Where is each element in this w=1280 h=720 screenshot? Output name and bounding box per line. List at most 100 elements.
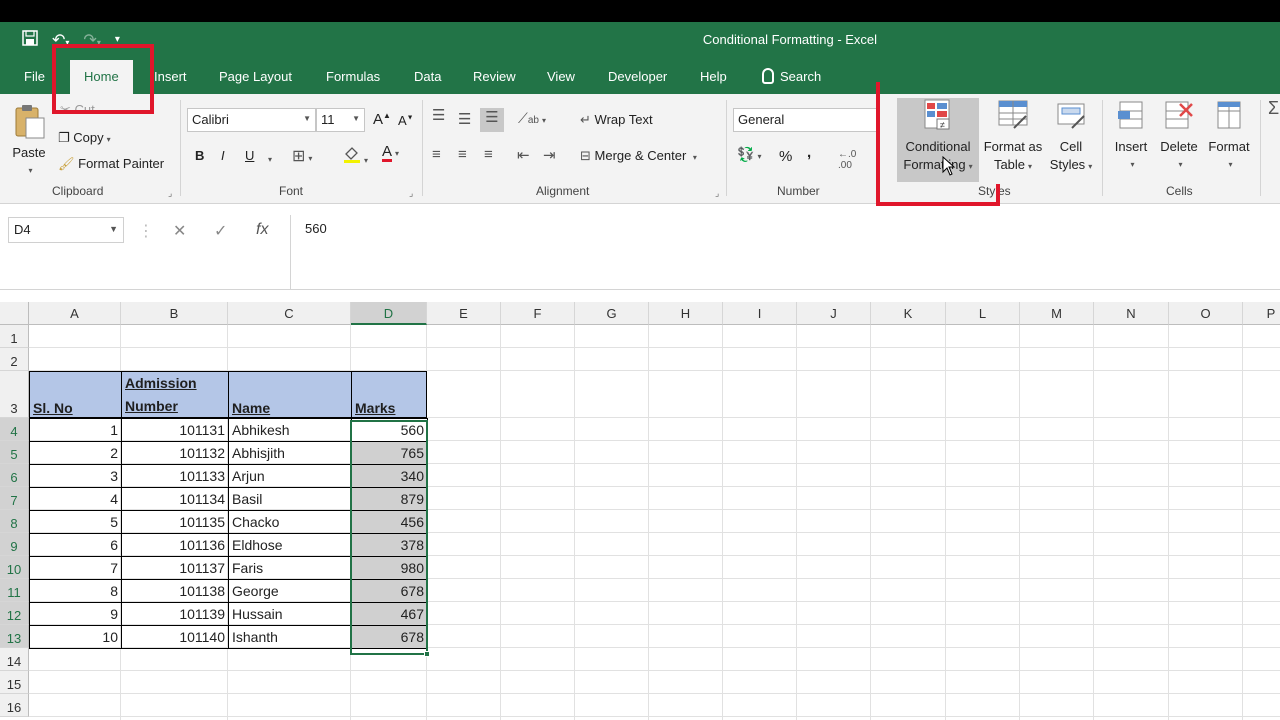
decrease-indent-icon[interactable]: ⇤ (517, 146, 530, 164)
cell-sl-no[interactable]: 8 (29, 579, 122, 603)
column-header-o[interactable]: O (1169, 302, 1243, 325)
row-header-15[interactable]: 15 (0, 671, 29, 694)
italic-button[interactable]: I (221, 148, 225, 163)
cell-name[interactable]: Arjun (228, 464, 352, 488)
increase-decimal-icon[interactable]: ←.0.00 (838, 149, 856, 171)
cell-marks[interactable]: 467 (351, 602, 428, 626)
cell-marks[interactable]: 560 (351, 418, 428, 442)
cut-button[interactable]: ✂ Cut (60, 102, 95, 118)
column-header-h[interactable]: H (649, 302, 723, 325)
cell-name[interactable]: Basil (228, 487, 352, 511)
cell-marks[interactable]: 980 (351, 556, 428, 580)
row-header-7[interactable]: 7 (0, 487, 29, 510)
cell-name[interactable]: Chacko (228, 510, 352, 534)
column-header-n[interactable]: N (1094, 302, 1169, 325)
column-header-f[interactable]: F (501, 302, 575, 325)
row-header-8[interactable]: 8 (0, 510, 29, 533)
tab-view[interactable]: View (547, 60, 575, 94)
tab-data[interactable]: Data (414, 60, 441, 94)
tab-insert[interactable]: Insert (154, 60, 187, 94)
row-header-9[interactable]: 9 (0, 533, 29, 556)
column-header-d[interactable]: D (351, 302, 427, 325)
cell-sl-no[interactable]: 3 (29, 464, 122, 488)
percent-style-button[interactable]: % (779, 148, 792, 165)
merge-dropdown-icon[interactable]: ▾ (693, 153, 697, 162)
cell-admission-number[interactable]: 101136 (121, 533, 229, 557)
worksheet-grid[interactable]: ABCDEFGHIJKLMNOP 1 2 3 4 5 6 7 8 9 10 11 12 13 14 15 16… (0, 302, 1280, 720)
clipboard-launcher-icon[interactable]: ⌟ (168, 188, 172, 199)
tab-help[interactable]: Help (700, 60, 727, 94)
tab-file[interactable]: File (24, 60, 45, 94)
align-center-icon[interactable]: ≡ (458, 146, 467, 163)
cancel-icon[interactable]: ✕ (173, 221, 186, 241)
top-align-icon[interactable]: ☰ (432, 106, 445, 124)
insert-cells-button[interactable]: Insert ▾ (1110, 98, 1152, 174)
cell-name[interactable]: Abhikesh (228, 418, 352, 442)
cell-admission-number[interactable]: 101131 (121, 418, 229, 442)
row-header-12[interactable]: 12 (0, 602, 29, 625)
row-header-2[interactable]: 2 (0, 348, 29, 371)
comma-style-button[interactable]: , (807, 144, 811, 161)
font-size-box[interactable]: 11 ▼ (316, 108, 365, 132)
cell-sl-no[interactable]: 9 (29, 602, 122, 626)
cell-admission-number[interactable]: 101134 (121, 487, 229, 511)
column-header-c[interactable]: C (228, 302, 351, 325)
cell-marks[interactable]: 765 (351, 441, 428, 465)
row-header-6[interactable]: 6 (0, 464, 29, 487)
cell-marks[interactable]: 678 (351, 625, 428, 649)
cell-marks[interactable]: 378 (351, 533, 428, 557)
row-header-1[interactable]: 1 (0, 325, 29, 348)
cell-admission-number[interactable]: 101133 (121, 464, 229, 488)
column-header-e[interactable]: E (427, 302, 501, 325)
bottom-align-icon[interactable]: ☰ (480, 108, 504, 132)
column-header-b[interactable]: B (121, 302, 228, 325)
font-name-box[interactable]: Calibri ▼ (187, 108, 316, 132)
copy-button[interactable]: ❐ Copy ▾ (58, 130, 111, 146)
cell-sl-no[interactable]: 5 (29, 510, 122, 534)
column-header-g[interactable]: G (575, 302, 649, 325)
tab-developer[interactable]: Developer (608, 60, 667, 94)
cell-admission-number[interactable]: 101132 (121, 441, 229, 465)
underline-button[interactable]: U (245, 148, 254, 163)
align-right-icon[interactable]: ≡ (484, 146, 493, 163)
cell-sl-no[interactable]: 1 (29, 418, 122, 442)
font-color-icon[interactable]: A ▾ (382, 144, 399, 162)
header-sl-no[interactable]: Sl. No (29, 371, 122, 418)
orientation-icon[interactable]: ⟋ab ▾ (518, 110, 546, 127)
underline-dropdown-icon[interactable]: ▾ (265, 150, 272, 165)
column-header-l[interactable]: L (946, 302, 1020, 325)
number-format-box[interactable]: General (733, 108, 878, 132)
insert-function-button[interactable]: fx (256, 221, 268, 239)
column-header-j[interactable]: J (797, 302, 871, 325)
conditional-formatting-button[interactable]: ≠ Conditional Formatting ▾ (897, 98, 979, 182)
column-header-i[interactable]: I (723, 302, 797, 325)
enter-icon[interactable]: ✓ (214, 221, 227, 241)
cell-admission-number[interactable]: 101139 (121, 602, 229, 626)
cell-marks[interactable]: 456 (351, 510, 428, 534)
column-header-p[interactable]: P (1243, 302, 1280, 325)
paste-button[interactable]: Paste ▾ (8, 104, 50, 180)
cell-admission-number[interactable]: 101135 (121, 510, 229, 534)
header-marks[interactable]: Marks (351, 371, 427, 418)
align-left-icon[interactable]: ≡ (432, 146, 441, 163)
column-header-a[interactable]: A (29, 302, 121, 325)
middle-align-icon[interactable]: ☰ (458, 110, 471, 128)
tab-review[interactable]: Review (473, 60, 516, 94)
header-name[interactable]: Name (228, 371, 352, 418)
format-cells-button[interactable]: Format ▾ (1205, 98, 1253, 174)
tell-me-search[interactable]: Search (762, 60, 821, 94)
font-launcher-icon[interactable]: ⌟ (409, 188, 413, 199)
fill-color-icon[interactable]: ▾ (343, 145, 368, 166)
alignment-launcher-icon[interactable]: ⌟ (715, 188, 719, 199)
wrap-text-button[interactable]: ↵ Wrap Text (580, 112, 653, 128)
cell-marks[interactable]: 678 (351, 579, 428, 603)
tab-home[interactable]: Home (70, 60, 133, 94)
delete-cells-button[interactable]: Delete ▾ (1156, 98, 1202, 174)
cell-styles-button[interactable]: Cell Styles ▾ (1047, 98, 1095, 176)
tab-page-layout[interactable]: Page Layout (219, 60, 292, 94)
row-header-3[interactable]: 3 (0, 371, 29, 418)
row-header-4[interactable]: 4 (0, 418, 29, 441)
cell-admission-number[interactable]: 101138 (121, 579, 229, 603)
row-header-16[interactable]: 16 (0, 694, 29, 717)
tab-formulas[interactable]: Formulas (326, 60, 380, 94)
